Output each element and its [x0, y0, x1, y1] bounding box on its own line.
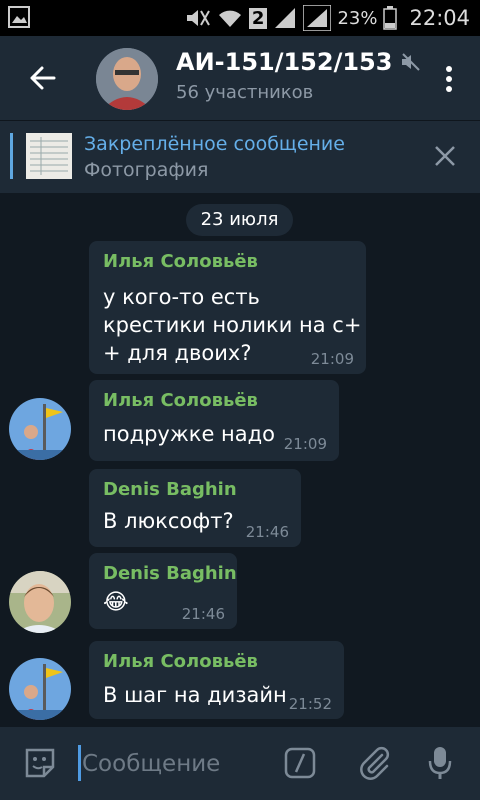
message-author[interactable]: Denis Baghin [103, 563, 237, 584]
chat-title-text: АИ-151/152/153 [176, 48, 393, 76]
message-text: В люксофт? [103, 509, 234, 533]
message-author[interactable]: Илья Соловьёв [103, 251, 258, 272]
message-bubble[interactable]: Илья Соловьёв у кого-то есть крестики но… [89, 241, 366, 374]
user-avatar[interactable] [9, 658, 71, 720]
clock: 22:04 [409, 6, 470, 30]
message-author[interactable]: Илья Соловьёв [103, 390, 258, 411]
chat-header: АИ-151/152/153 56 участников [0, 36, 480, 120]
signal-icon [275, 8, 296, 28]
chat-avatar[interactable] [96, 48, 158, 110]
chat-title[interactable]: АИ-151/152/153 [176, 48, 422, 76]
status-icons: 2 23% 22:04 [185, 0, 470, 36]
signal-2-icon [303, 5, 332, 31]
wifi-icon [218, 10, 241, 27]
message-bubble[interactable]: Denis Baghin 😂 21:46 [89, 553, 237, 629]
message-bubble[interactable]: Илья Соловьёв В шаг на дизайн 21:52 [89, 641, 344, 719]
message-time: 21:09 [310, 350, 354, 368]
participants-count: 56 участников [176, 82, 314, 103]
message-bubble[interactable]: Илья Соловьёв подружке надо 21:09 [89, 380, 339, 461]
pinned-title: Закреплённое сообщение [84, 133, 345, 155]
muted-icon [402, 53, 421, 71]
user-avatar[interactable] [9, 398, 71, 460]
message-text: В шаг на дизайн [103, 683, 287, 707]
message-author[interactable]: Denis Baghin [103, 479, 237, 500]
back-arrow-icon[interactable] [24, 60, 60, 96]
date-divider: 23 июля [186, 204, 293, 236]
pinned-message[interactable]: Закреплённое сообщение Фотография [0, 120, 480, 193]
message-composer [0, 727, 480, 800]
close-icon[interactable] [434, 145, 456, 167]
message-input[interactable] [82, 747, 262, 781]
battery-icon [383, 6, 398, 30]
text-cursor [78, 745, 81, 781]
microphone-icon[interactable] [428, 745, 452, 781]
bot-commands-icon[interactable] [284, 747, 316, 779]
pinned-accent-bar [10, 133, 13, 179]
attach-icon[interactable] [356, 745, 392, 781]
message-time: 21:52 [288, 695, 332, 713]
message-time: 21:46 [181, 605, 225, 623]
more-menu-icon[interactable] [446, 66, 452, 92]
mute-icon [186, 10, 210, 26]
battery-percent: 23% [337, 7, 378, 29]
message-author[interactable]: Илья Соловьёв [103, 651, 258, 672]
sim-badge: 2 [248, 7, 268, 29]
sticker-icon[interactable] [24, 747, 56, 779]
message-bubble[interactable]: Denis Baghin В люксофт? 21:46 [89, 469, 301, 547]
user-avatar[interactable] [9, 571, 71, 633]
message-time: 21:46 [245, 523, 289, 541]
message-text: подружке надо [103, 422, 276, 446]
message-time: 21:09 [283, 435, 327, 453]
gallery-notification-icon [8, 6, 30, 28]
message-emoji: 😂 [103, 590, 129, 615]
status-bar: 2 23% 22:04 [0, 0, 480, 36]
pinned-photo-thumbnail [26, 133, 72, 179]
pinned-subtitle: Фотография [84, 159, 209, 181]
